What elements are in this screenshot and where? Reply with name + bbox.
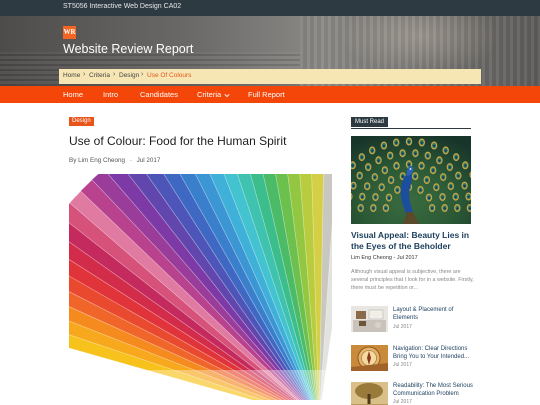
sidebar-post-layout[interactable]: Layout & Placement of Elements Jul 2017 <box>351 306 476 334</box>
sidebar-post-date: Jul 2017 <box>393 399 412 405</box>
featured-post-meta: Lim Eng Cheong - Jul 2017 <box>351 255 418 261</box>
sidebar-post-navigation[interactable]: Navigation: Clear Directions Bring You t… <box>351 345 476 373</box>
main-nav: Home Intro Candidates Criteria Full Repo… <box>0 86 540 103</box>
desk-thumbnail[interactable] <box>351 306 388 332</box>
chevron-right-icon: › <box>113 71 116 78</box>
sidebar-post-title[interactable]: Layout & Placement of Elements <box>393 306 479 322</box>
chevron-right-icon: › <box>141 71 144 78</box>
site-title[interactable]: Website Review Report <box>63 42 193 56</box>
post-featured-image <box>69 174 332 400</box>
breadcrumb-home[interactable]: Home <box>63 72 80 79</box>
compass-thumbnail[interactable] <box>351 345 388 371</box>
featured-post-excerpt: Although visual appeal is subjective, th… <box>351 269 474 291</box>
post-date: Jul 2017 <box>136 157 161 164</box>
site-logo[interactable]: WR <box>63 26 76 39</box>
breadcrumb-criteria[interactable]: Criteria <box>89 72 110 79</box>
sidebar-post-title[interactable]: Readability: The Most Serious Communicat… <box>393 382 479 398</box>
post-author[interactable]: By Lim Eng Cheong <box>69 157 125 164</box>
top-bar: ST5056 Interactive Web Design CA02 <box>0 0 540 16</box>
post-title: Use of Colour: Food for the Human Spirit <box>69 134 287 148</box>
sidebar-post-date: Jul 2017 <box>393 324 412 330</box>
widget-title: Must Read <box>351 117 389 127</box>
post-meta: By Lim Eng Cheong - Jul 2017 <box>69 157 160 164</box>
nav-full-report[interactable]: Full Report <box>248 90 285 99</box>
breadcrumb: Home › Criteria › Design › Use Of Colour… <box>59 69 481 84</box>
tree-thumbnail[interactable] <box>351 382 388 405</box>
nav-intro[interactable]: Intro <box>103 90 118 99</box>
chevron-down-icon <box>224 93 230 97</box>
breadcrumb-design[interactable]: Design <box>119 72 139 79</box>
nav-criteria-label: Criteria <box>197 90 222 99</box>
sidebar-widget-header: Must Read <box>351 117 471 129</box>
nav-criteria[interactable]: Criteria <box>197 90 230 99</box>
nav-home[interactable]: Home <box>63 90 83 99</box>
peacock-image[interactable] <box>351 136 471 224</box>
breadcrumb-current: Use Of Colours <box>147 72 192 79</box>
course-label: ST5056 Interactive Web Design CA02 <box>63 3 182 10</box>
sidebar-post-title[interactable]: Navigation: Clear Directions Bring You t… <box>393 345 479 361</box>
sidebar-post-date: Jul 2017 <box>393 362 412 368</box>
meta-separator: - <box>129 157 132 164</box>
category-tag[interactable]: Design <box>69 117 94 126</box>
nav-candidates[interactable]: Candidates <box>140 90 178 99</box>
featured-post-title[interactable]: Visual Appeal: Beauty Lies in the Eyes o… <box>351 230 476 251</box>
sidebar-post-readability[interactable]: Readability: The Most Serious Communicat… <box>351 382 476 405</box>
chevron-right-icon: › <box>83 71 86 78</box>
